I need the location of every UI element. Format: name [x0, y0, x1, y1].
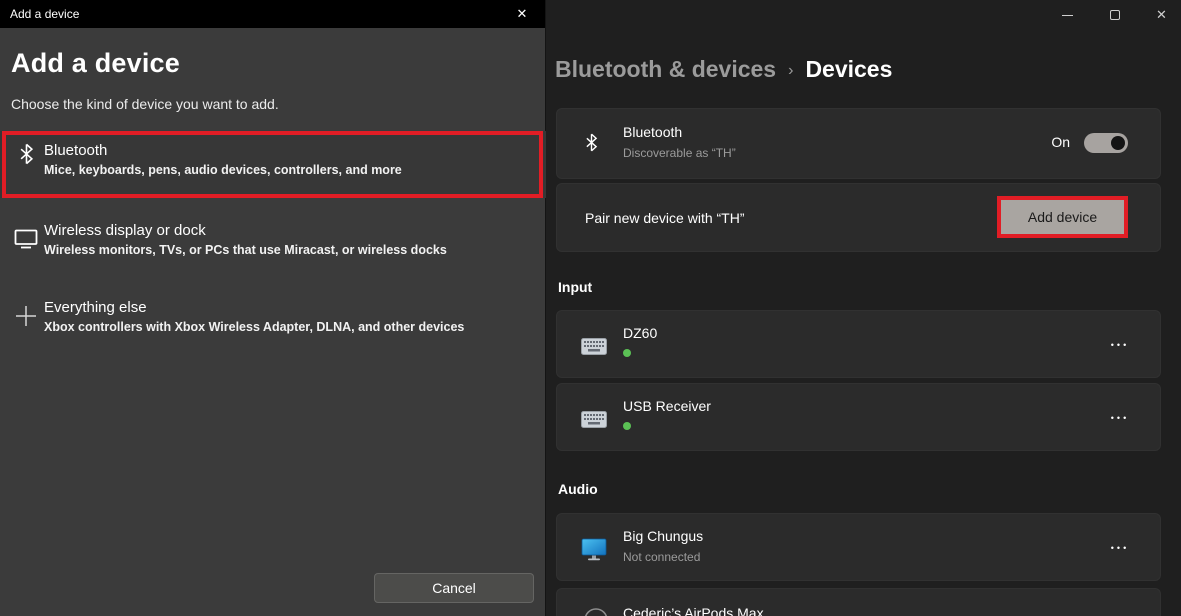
add-device-dialog: Add a device ✕ Add a device Choose the k… [0, 0, 546, 616]
connected-status-dot [623, 422, 631, 430]
screenshot-root: Add a device ✕ Add a device Choose the k… [0, 0, 1181, 616]
option-bluetooth-title: Bluetooth [44, 142, 107, 159]
bluetooth-toggle-card: Bluetooth Discoverable as “TH” On [556, 108, 1161, 179]
device-name: Cederic’s AirPods Max [623, 605, 764, 616]
monitor-outline-icon [13, 226, 39, 252]
window-controls: ✕ [1044, 0, 1181, 30]
device-name: DZ60 [623, 325, 657, 341]
maximize-icon [1110, 10, 1120, 20]
settings-window: ✕ Bluetooth & devices › Devices Bluetoot… [547, 0, 1181, 616]
device-card-usb-receiver[interactable]: USB Receiver ••• [556, 383, 1161, 451]
device-card-airpods-max[interactable]: Cederic’s AirPods Max [556, 588, 1161, 616]
device-card-big-chungus[interactable]: Big Chungus Not connected ••• [556, 513, 1161, 581]
bluetooth-toggle[interactable] [1084, 133, 1128, 153]
monitor-blue-icon [579, 536, 609, 562]
option-everything-else[interactable]: Everything else Xbox controllers with Xb… [0, 293, 546, 357]
minimize-button[interactable] [1044, 0, 1091, 30]
dialog-titlebar: Add a device ✕ [0, 0, 545, 28]
pair-new-device-card: Pair new device with “TH” Add device [556, 183, 1161, 252]
plus-icon [13, 303, 39, 329]
keyboard-icon [579, 333, 609, 359]
device-status: Not connected [623, 550, 700, 564]
breadcrumb-parent[interactable]: Bluetooth & devices [555, 56, 776, 83]
option-wireless-display-title: Wireless display or dock [44, 222, 206, 239]
red-annotation-add-device: Add device [997, 196, 1128, 238]
cancel-button[interactable]: Cancel [374, 573, 534, 603]
option-wireless-display[interactable]: Wireless display or dock Wireless monito… [0, 216, 546, 280]
option-everything-else-title: Everything else [44, 299, 147, 316]
minimize-icon [1062, 15, 1073, 16]
device-name: Big Chungus [623, 528, 703, 544]
breadcrumb: Bluetooth & devices › Devices [555, 56, 892, 83]
add-device-button[interactable]: Add device [1001, 200, 1124, 234]
more-options-button[interactable]: ••• [1106, 408, 1134, 428]
close-icon: ✕ [1156, 7, 1167, 23]
more-options-button[interactable]: ••• [1106, 538, 1134, 558]
toggle-knob [1111, 136, 1125, 150]
option-bluetooth-description: Mice, keyboards, pens, audio devices, co… [44, 163, 402, 177]
option-everything-else-description: Xbox controllers with Xbox Wireless Adap… [44, 320, 464, 334]
device-name: USB Receiver [623, 398, 711, 414]
close-button[interactable]: ✕ [1138, 0, 1181, 30]
option-wireless-display-description: Wireless monitors, TVs, or PCs that use … [44, 243, 447, 257]
page-title: Devices [805, 56, 892, 83]
bluetooth-discoverable-text: Discoverable as “TH” [623, 146, 736, 160]
dialog-close-icon[interactable]: ✕ [499, 0, 545, 28]
pair-device-label: Pair new device with “TH” [585, 210, 745, 226]
chevron-right-icon: › [788, 60, 793, 80]
connected-status-dot [623, 349, 631, 357]
more-options-button[interactable]: ••• [1106, 335, 1134, 355]
keyboard-icon [579, 406, 609, 432]
bluetooth-icon [13, 141, 39, 167]
dialog-heading: Add a device [11, 48, 180, 79]
dialog-title: Add a device [0, 7, 79, 21]
maximize-button[interactable] [1091, 0, 1138, 30]
dialog-subtitle: Choose the kind of device you want to ad… [11, 96, 279, 112]
section-header-input: Input [558, 279, 592, 295]
bluetooth-card-title: Bluetooth [623, 124, 682, 140]
toggle-state-label: On [1051, 134, 1070, 150]
section-header-audio: Audio [558, 481, 598, 497]
headphones-icon [581, 603, 611, 616]
device-card-dz60[interactable]: DZ60 ••• [556, 310, 1161, 378]
option-bluetooth[interactable]: Bluetooth Mice, keyboards, pens, audio d… [0, 131, 546, 198]
bluetooth-icon [585, 133, 598, 157]
